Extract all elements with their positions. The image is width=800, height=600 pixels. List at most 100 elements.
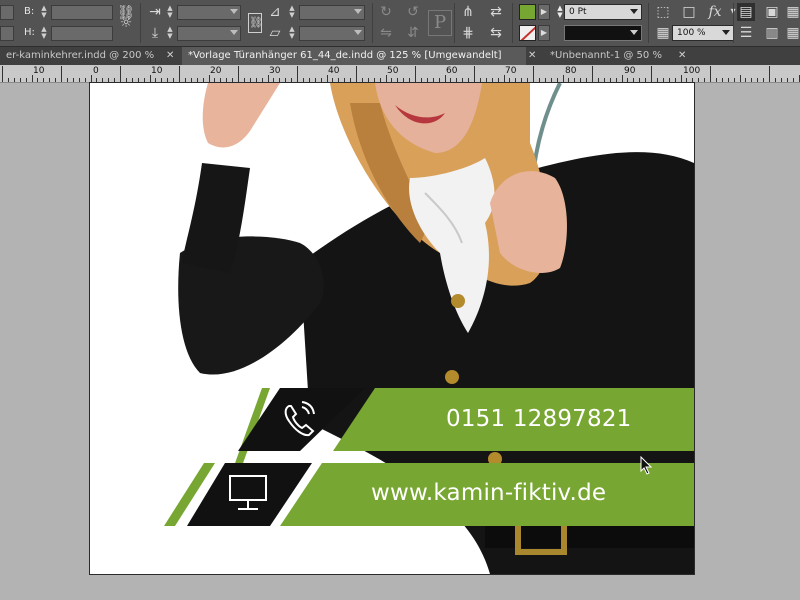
rotate-angle-icon: ⊿ [269, 4, 281, 20]
rotate-field[interactable] [299, 5, 365, 20]
ruler-tick [556, 78, 558, 82]
ruler-tick [780, 78, 782, 82]
ruler-tick [538, 78, 540, 82]
ruler-tick [745, 78, 747, 82]
tab-kaminkehrer[interactable]: er-kaminkehrer.indd @ 200 % [0, 47, 168, 65]
flip-vertical-icon[interactable]: ⇵ [404, 24, 422, 42]
ruler-tick [763, 78, 765, 82]
tab-unbenannt[interactable]: *Unbenannt-1 @ 50 % [544, 47, 680, 65]
text-wrap-none-icon[interactable]: ▤ [737, 3, 755, 21]
fill-dropdown[interactable]: ▶ [538, 4, 550, 20]
stroke-color-swatch[interactable] [519, 25, 536, 41]
ruler-tick [680, 75, 682, 82]
ruler-tick [527, 78, 529, 82]
reference-point-icon[interactable]: ☼ [117, 14, 135, 32]
y-field-stub[interactable] [0, 26, 14, 41]
pasteboard[interactable]: 0151 12897821 www.kamin-fiktiv.de [0, 82, 800, 600]
ruler-tick [586, 78, 588, 82]
tab-vorlage-tueranhaenger[interactable]: *Vorlage Türanhänger 61_44_de.indd @ 125… [182, 47, 526, 65]
close-tab-icon[interactable]: ✕ [678, 47, 686, 65]
ruler-tick [497, 78, 499, 82]
phone-number-text[interactable]: 0151 12897821 [446, 406, 632, 432]
horizontal-ruler[interactable]: 10 0 10 20 30 40 50 60 70 80 90 100 [0, 65, 800, 83]
height-field[interactable] [51, 26, 113, 41]
ruler-tick [297, 66, 298, 82]
ruler-tick [55, 78, 57, 82]
ruler-tick [273, 78, 275, 82]
wrap-more-icon[interactable]: ▦ [786, 3, 800, 21]
width-field[interactable] [51, 5, 113, 20]
rotate-ccw-icon[interactable]: ↺ [404, 3, 422, 21]
select-previous-icon[interactable]: ⇄ [487, 3, 505, 21]
ruler-tick [757, 78, 759, 82]
opacity-field[interactable]: 100 % [672, 25, 734, 41]
reference-p-icon[interactable]: P [428, 10, 452, 36]
width-spinner[interactable]: ▲ ▼ [40, 5, 48, 20]
rotate-cw-icon[interactable]: ↻ [377, 3, 395, 21]
tab-label: *Vorlage Türanhänger 61_44_de.indd @ 125… [188, 50, 502, 61]
separator [648, 3, 649, 43]
align-top-icon[interactable]: ☰ [737, 24, 755, 42]
stroke-weight-field[interactable]: 0 Pt [564, 4, 642, 20]
shear-spinner[interactable]: ▲ ▼ [288, 26, 296, 41]
ruler-tick [721, 78, 723, 82]
ruler-tick [456, 78, 458, 82]
align-center-icon[interactable]: ▥ [763, 24, 781, 42]
ruler-tick [550, 78, 552, 82]
tab-label: er-kaminkehrer.indd @ 200 % [6, 50, 155, 61]
ruler-tick [597, 78, 599, 82]
flip-horizontal-icon[interactable]: ⇋ [377, 24, 395, 42]
ruler-tick [515, 78, 517, 82]
height-spinner[interactable]: ▲ ▼ [40, 26, 48, 41]
document-tab-bar: er-kaminkehrer.indd @ 200 % ✕ *Vorlage T… [0, 47, 800, 65]
ruler-tick [84, 78, 86, 82]
ruler-tick [704, 78, 706, 82]
scale-x-field[interactable] [177, 5, 241, 20]
ruler-label: 10 [151, 66, 163, 76]
select-next-icon[interactable]: ⇆ [487, 24, 505, 42]
fx-icon[interactable]: fx [706, 3, 724, 21]
ruler-tick [639, 78, 641, 82]
ruler-tick [698, 78, 700, 82]
ruler-tick [232, 78, 234, 82]
ruler-tick [161, 78, 163, 82]
stroke-weight-spinner[interactable]: ▲ ▼ [556, 5, 564, 20]
opacity-value: 100 % [677, 28, 706, 38]
ruler-tick [662, 78, 664, 82]
ruler-tick [509, 78, 511, 82]
select-content-icon[interactable]: ⋕ [459, 24, 477, 42]
scale-y-spinner[interactable]: ▲ ▼ [166, 26, 174, 41]
opacity-checker-icon: ▦ [656, 25, 670, 41]
scale-y-field[interactable] [177, 26, 241, 41]
ruler-label: 50 [387, 66, 399, 76]
ruler-tick [31, 75, 33, 82]
x-field-stub[interactable] [0, 5, 14, 20]
ruler-tick [196, 78, 198, 82]
ruler-tick [420, 78, 422, 82]
effects-square-icon[interactable]: □ [680, 3, 698, 21]
scale-x-spinner[interactable]: ▲ ▼ [166, 5, 174, 20]
close-tab-icon[interactable]: ✕ [166, 47, 174, 65]
rotate-spinner[interactable]: ▲ ▼ [288, 5, 296, 20]
ruler-tick [261, 78, 263, 82]
shear-field[interactable] [299, 26, 365, 41]
ruler-tick [739, 75, 741, 82]
text-wrap-bbox-icon[interactable]: ▣ [763, 3, 781, 21]
document-page[interactable]: 0151 12897821 www.kamin-fiktiv.de [89, 82, 695, 575]
link-scale-icon[interactable]: ⛓ [248, 13, 263, 33]
ruler-label: 60 [446, 66, 458, 76]
close-tab-icon[interactable]: ✕ [528, 47, 536, 65]
ruler-tick [72, 78, 74, 82]
stroke-dropdown[interactable]: ▶ [538, 25, 550, 41]
separator [512, 3, 513, 43]
align-more-icon[interactable]: ▦ [786, 24, 800, 42]
ruler-tick [651, 66, 652, 82]
select-container-icon[interactable]: ⋔ [459, 3, 477, 21]
shear-angle-icon: ▱ [269, 25, 281, 41]
ruler-tick [468, 78, 470, 82]
website-url-text[interactable]: www.kamin-fiktiv.de [371, 480, 606, 506]
drop-shadow-icon[interactable]: ⬚ [654, 3, 672, 21]
stroke-type-dropdown[interactable] [564, 25, 642, 41]
ruler-tick [167, 78, 169, 82]
fill-color-swatch[interactable] [519, 4, 536, 20]
